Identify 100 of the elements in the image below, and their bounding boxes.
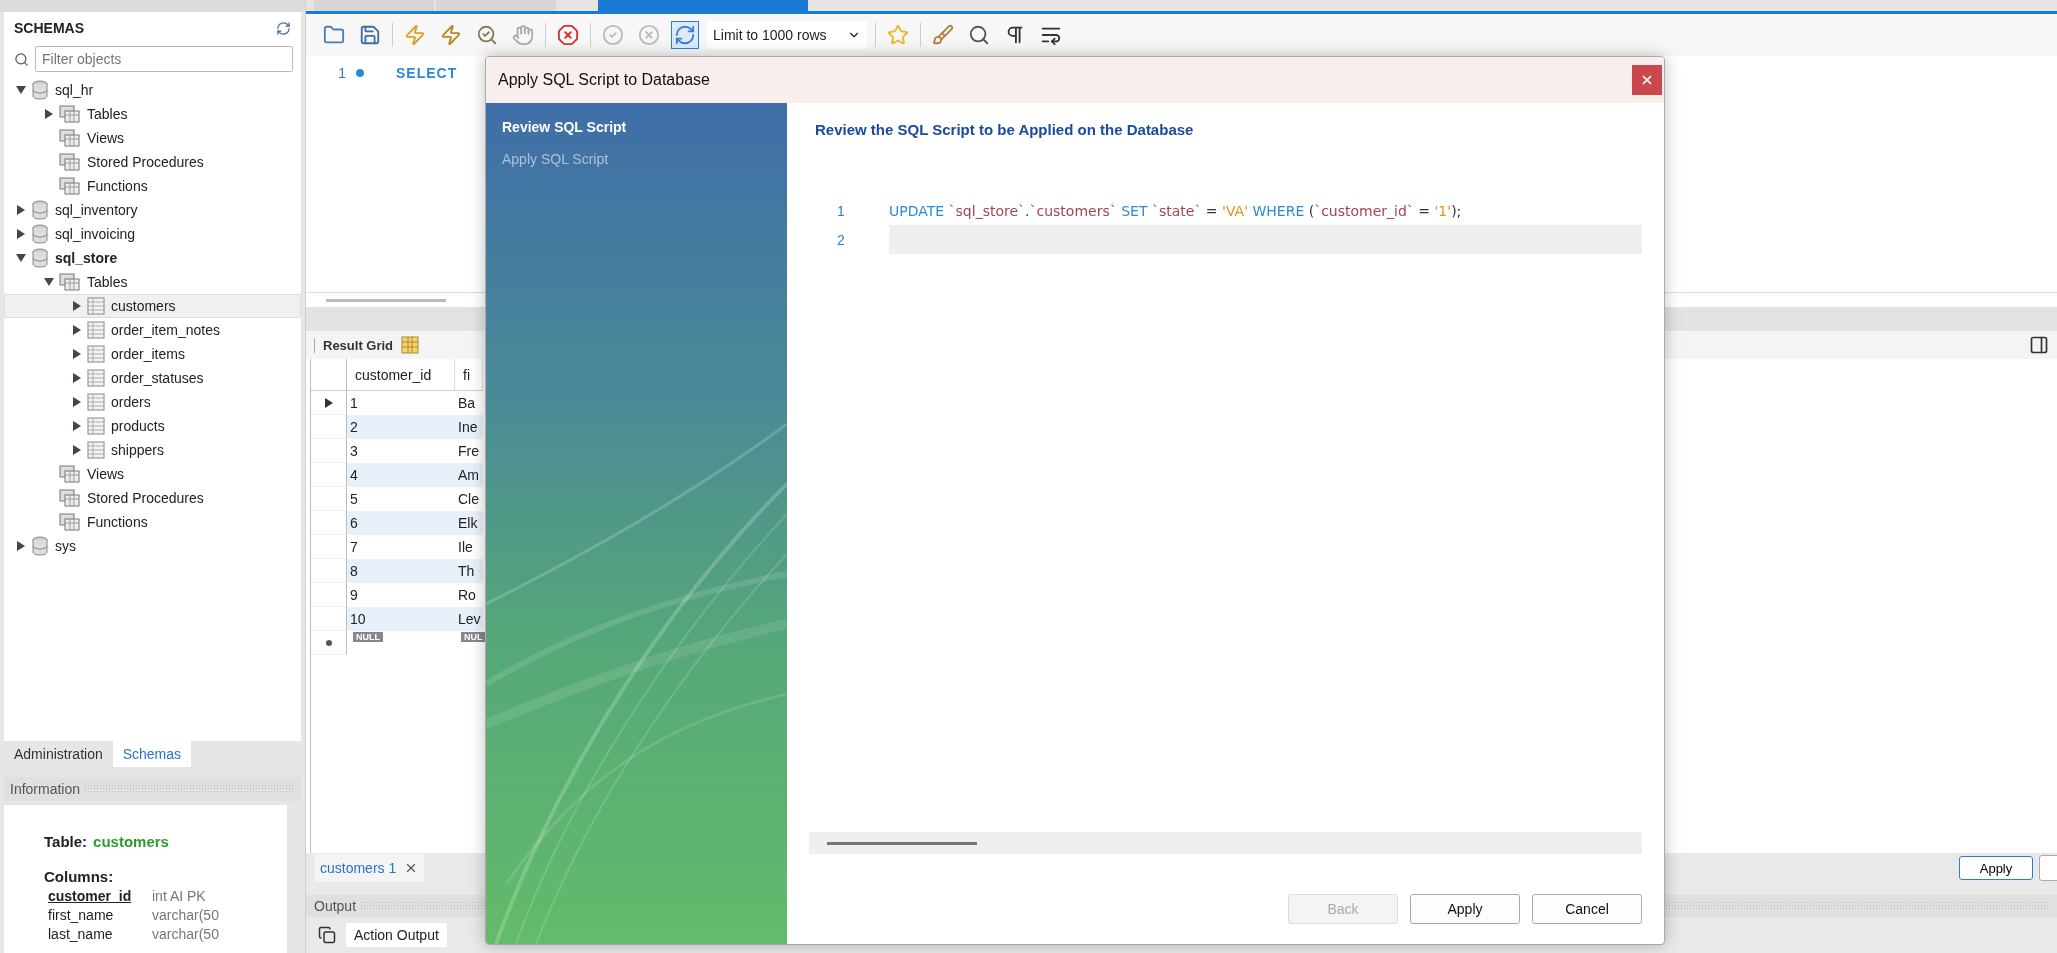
expand-arrow-icon[interactable]: [71, 348, 83, 360]
panel-toggle-icon[interactable]: [2029, 335, 2049, 355]
tree-item[interactable]: products: [4, 414, 301, 438]
database-icon: [31, 248, 49, 268]
save-icon[interactable]: [359, 24, 381, 46]
tree-item[interactable]: Stored Procedures: [4, 486, 301, 510]
expand-arrow-icon[interactable]: [71, 444, 83, 456]
tree-item[interactable]: Views: [4, 462, 301, 486]
dialog-button[interactable]: Apply: [1410, 894, 1520, 924]
table-cell: Elk: [455, 511, 483, 535]
tree-item[interactable]: Stored Procedures: [4, 150, 301, 174]
tree-item[interactable]: sql_store: [4, 246, 301, 270]
broom-icon[interactable]: [931, 24, 954, 46]
table-cell: Lev: [455, 607, 483, 631]
table-icon: [87, 345, 105, 363]
check-icon[interactable]: [602, 24, 624, 46]
table-cell: Th: [455, 559, 483, 583]
result-tab[interactable]: customers 1: [314, 854, 425, 882]
column-type: int AI PK: [152, 887, 207, 906]
search-icon: [14, 51, 29, 67]
tree-item[interactable]: Views: [4, 126, 301, 150]
collapse-arrow-icon[interactable]: [15, 252, 27, 264]
folder-icon[interactable]: [323, 24, 345, 46]
table-group-icon: [59, 489, 81, 507]
table-name: customers: [93, 833, 169, 850]
tree-item[interactable]: order_item_notes: [4, 318, 301, 342]
panel-title: Information: [10, 781, 81, 797]
stop-error-icon[interactable]: [557, 24, 579, 46]
column-header[interactable]: customer_id: [347, 359, 455, 391]
panel-title: Result Grid: [314, 337, 394, 353]
tree-item[interactable]: Tables: [4, 270, 301, 294]
database-icon: [31, 224, 49, 244]
table-icon: [87, 441, 105, 459]
tree-item[interactable]: sql_invoicing: [4, 222, 301, 246]
expand-arrow-icon[interactable]: [15, 540, 27, 552]
table-cell: 8: [347, 559, 455, 583]
expand-arrow-icon[interactable]: [71, 420, 83, 432]
expand-arrow-icon[interactable]: [43, 108, 55, 120]
expand-arrow-icon[interactable]: [71, 300, 83, 312]
expand-arrow-icon[interactable]: [15, 204, 27, 216]
column-type: varchar(50: [152, 925, 220, 944]
expand-arrow-icon[interactable]: [71, 324, 83, 336]
tree-item[interactable]: sql_hr: [4, 78, 301, 102]
table-group-icon: [59, 513, 81, 531]
column-header[interactable]: fi: [455, 359, 483, 391]
grid-icon[interactable]: [401, 336, 420, 354]
filter-field[interactable]: Filter objects: [35, 46, 293, 72]
tree-item[interactable]: sys: [4, 534, 301, 558]
collapse-arrow-icon[interactable]: [43, 276, 55, 288]
search-icon[interactable]: [967, 24, 990, 46]
stop-icon[interactable]: [512, 24, 534, 46]
copy-icon[interactable]: [318, 926, 336, 944]
star-icon[interactable]: [886, 24, 909, 46]
tree-item[interactable]: order_items: [4, 342, 301, 366]
expand-arrow-icon[interactable]: [71, 372, 83, 384]
collapse-arrow-icon[interactable]: [15, 84, 27, 96]
table-group-icon: [59, 105, 81, 123]
table-icon: [87, 297, 105, 315]
table-group-icon: [59, 153, 81, 171]
statement-dot-icon: [356, 69, 364, 77]
table-group-icon: [59, 465, 81, 483]
table-cell: Am: [455, 463, 483, 487]
table-cell: 6: [347, 511, 455, 535]
tree-item[interactable]: Functions: [4, 510, 301, 534]
tree-item[interactable]: order_statuses: [4, 366, 301, 390]
table-icon: [87, 393, 105, 411]
code-line: UPDATE `sql_store`.`customers` SET `state` = 'VA' WHERE (`customer_id` = '1');: [889, 201, 1463, 221]
lightning-cursor-icon[interactable]: [440, 24, 462, 46]
table-cell: Ine: [455, 415, 483, 439]
dialog-button[interactable]: Cancel: [1532, 894, 1642, 924]
line-number: 2: [836, 231, 846, 248]
table-cell: 2: [347, 415, 455, 439]
lightning-icon[interactable]: [404, 24, 426, 46]
limit-dropdown[interactable]: Limit to 1000 rows: [707, 21, 867, 49]
tree-item[interactable]: customers: [4, 294, 301, 318]
magnifier-icon[interactable]: [476, 24, 498, 46]
table-group-icon: [59, 177, 81, 195]
tree-item[interactable]: orders: [4, 390, 301, 414]
info-label: Table:: [44, 833, 88, 850]
close-icon: [1640, 73, 1654, 87]
code-line: SELECT: [396, 65, 458, 81]
tree-item[interactable]: shippers: [4, 438, 301, 462]
dialog-heading: Review the SQL Script to be Applied on the Database: [815, 121, 1195, 138]
refresh-icon[interactable]: [276, 20, 291, 36]
scrollbar-thumb[interactable]: [326, 298, 446, 302]
expand-arrow-icon[interactable]: [71, 396, 83, 408]
close-button[interactable]: [1632, 65, 1662, 95]
line-number: 1: [337, 65, 346, 81]
toggle-button[interactable]: [671, 21, 699, 49]
tree-item[interactable]: Tables: [4, 102, 301, 126]
wizard-step[interactable]: Review SQL Script: [486, 111, 787, 143]
tree-item[interactable]: Functions: [4, 174, 301, 198]
column-name: last_name: [48, 925, 114, 944]
info-label: Columns:: [44, 868, 114, 885]
apply-button[interactable]: Apply: [1959, 856, 2033, 880]
tree-item[interactable]: sql_inventory: [4, 198, 301, 222]
panel-tab[interactable]: Schemas: [112, 741, 192, 767]
expand-arrow-icon[interactable]: [15, 228, 27, 240]
output-mode-dropdown[interactable]: Action Output: [346, 923, 447, 947]
table-cell: 4: [347, 463, 455, 487]
